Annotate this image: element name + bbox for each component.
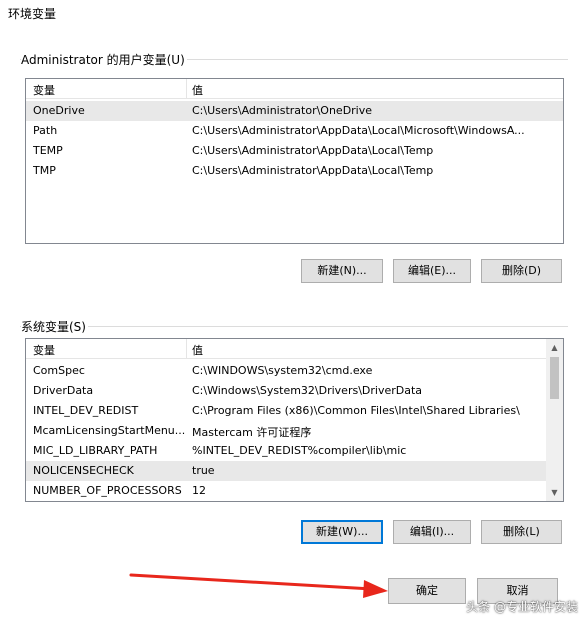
red-arrow-annotation: [129, 573, 388, 598]
arrow-shaft: [129, 573, 374, 591]
environment-variables-dialog: 环境变量 Administrator 的用户变量(U) 变量 值 OneDriv…: [0, 0, 588, 619]
arrow-head: [363, 580, 388, 598]
watermark-text: 头条 @专业软件安装: [466, 600, 578, 614]
